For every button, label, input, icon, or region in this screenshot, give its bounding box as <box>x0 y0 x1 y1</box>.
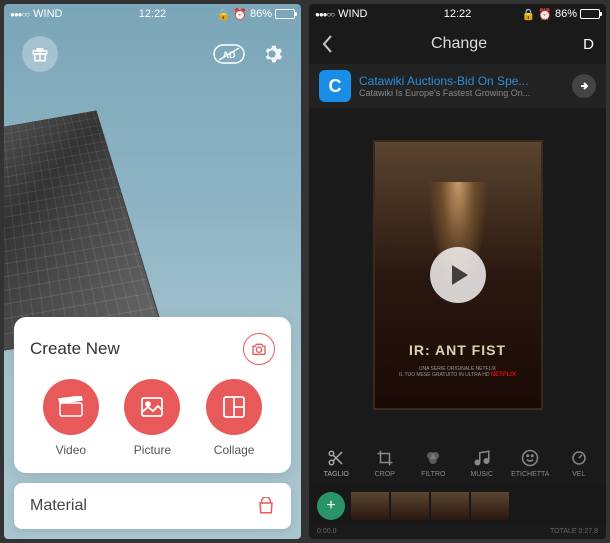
lock-icon: 🔒 <box>522 8 536 21</box>
speed-tool[interactable]: Vel <box>556 449 603 478</box>
cut-tool[interactable]: Taglio <box>313 449 360 478</box>
tool-label: Taglio <box>324 471 349 478</box>
video-option[interactable]: Video <box>43 379 99 457</box>
carrier-label: WIND <box>338 8 367 20</box>
timeline-frame[interactable] <box>431 492 469 520</box>
editor-title: Change <box>431 35 487 53</box>
timeline-total: TOTALE 0:27.8 <box>550 528 598 535</box>
label-tool[interactable]: Etichetta <box>507 449 554 478</box>
no-ads-icon[interactable]: AD <box>213 44 245 64</box>
tool-label: Vel <box>572 471 585 478</box>
scissors-icon <box>327 449 345 467</box>
create-new-card: Create New Video <box>14 317 291 473</box>
poster-subtitle: UNA SERIE ORIGINALE NETFLIX IL TUO MESE … <box>399 366 516 378</box>
done-button[interactable]: D <box>583 36 594 53</box>
collage-label: Collage <box>214 443 255 457</box>
battery-icon <box>580 9 600 19</box>
material-card[interactable]: Material <box>14 483 291 529</box>
tool-label: Filtro <box>421 471 445 478</box>
timeline-info: 0:00.0 TOTALE 0:27.8 <box>309 526 606 539</box>
timeline[interactable]: + <box>309 486 606 526</box>
collage-option[interactable]: Collage <box>206 379 262 457</box>
signal-icon: ●●●○○ <box>315 10 334 19</box>
edit-toolbar: Taglio Crop Filtro Music Etichetta <box>309 441 606 486</box>
camera-icon <box>251 342 267 356</box>
tool-label: Etichetta <box>511 471 549 478</box>
tool-label: Music <box>470 471 493 478</box>
material-title: Material <box>30 497 87 515</box>
crop-icon <box>376 449 394 467</box>
ad-subtitle: Catawiki Is Europe's Fastest Growing On.… <box>359 88 564 98</box>
gift-icon <box>31 45 49 63</box>
ad-banner[interactable]: C Catawiki Auctions-Bid On Spe... Catawi… <box>309 64 606 108</box>
shop-icon <box>257 497 275 515</box>
battery-percent: 86% <box>555 8 577 20</box>
add-clip-button[interactable]: + <box>317 492 345 520</box>
timeline-frames[interactable] <box>351 492 598 520</box>
ad-title: Catawiki Auctions-Bid On Spe... <box>359 74 564 88</box>
picture-option[interactable]: Picture <box>124 379 180 457</box>
video-editor-screen: ●●●○○ WIND 12:22 🔒 ⏰ 86% Change D C Cata… <box>309 4 606 539</box>
filter-tool[interactable]: Filtro <box>410 449 457 478</box>
play-button[interactable] <box>430 247 486 303</box>
poster-title: IR: ANT FIST <box>409 342 506 358</box>
ad-arrow-icon <box>572 74 596 98</box>
play-icon <box>452 265 468 285</box>
lock-icon: 🔒 <box>217 8 231 21</box>
status-bar: ●●●○○ WIND 12:22 🔒 ⏰ 86% <box>309 4 606 24</box>
clapperboard-icon <box>58 396 84 418</box>
emoji-icon <box>521 449 539 467</box>
video-preview: IR: ANT FIST UNA SERIE ORIGINALE NETFLIX… <box>309 108 606 441</box>
filter-icon <box>424 449 442 467</box>
gift-button[interactable] <box>22 36 58 72</box>
timeline-frame[interactable] <box>351 492 389 520</box>
music-tool[interactable]: Music <box>459 449 506 478</box>
timeline-frame[interactable] <box>391 492 429 520</box>
create-title: Create New <box>30 339 120 359</box>
carrier-label: WIND <box>33 8 62 20</box>
time-label: 12:22 <box>444 8 472 20</box>
grid-icon <box>222 395 246 419</box>
timeline-frame[interactable] <box>471 492 509 520</box>
signal-icon: ●●●○○ <box>10 10 29 19</box>
timeline-start: 0:00.0 <box>317 528 336 535</box>
back-button[interactable] <box>321 34 335 54</box>
music-icon <box>473 449 491 467</box>
tool-label: Crop <box>375 471 395 478</box>
image-icon <box>140 396 164 418</box>
ad-logo: C <box>319 70 351 102</box>
create-app-screen: ●●●○○ WIND 12:22 🔒 ⏰ 86% AD <box>4 4 301 539</box>
speed-icon <box>570 449 588 467</box>
app-header: AD <box>4 24 301 80</box>
picture-label: Picture <box>134 443 171 457</box>
battery-icon <box>275 9 295 19</box>
status-bar: ●●●○○ WIND 12:22 🔒 ⏰ 86% <box>4 4 301 24</box>
time-label: 12:22 <box>139 8 167 20</box>
crop-tool[interactable]: Crop <box>362 449 409 478</box>
settings-button[interactable] <box>261 43 283 65</box>
alarm-icon: ⏰ <box>538 8 552 21</box>
alarm-icon: ⏰ <box>233 8 247 21</box>
camera-button[interactable] <box>243 333 275 365</box>
editor-header: Change D <box>309 24 606 64</box>
video-label: Video <box>56 443 86 457</box>
battery-percent: 86% <box>250 8 272 20</box>
